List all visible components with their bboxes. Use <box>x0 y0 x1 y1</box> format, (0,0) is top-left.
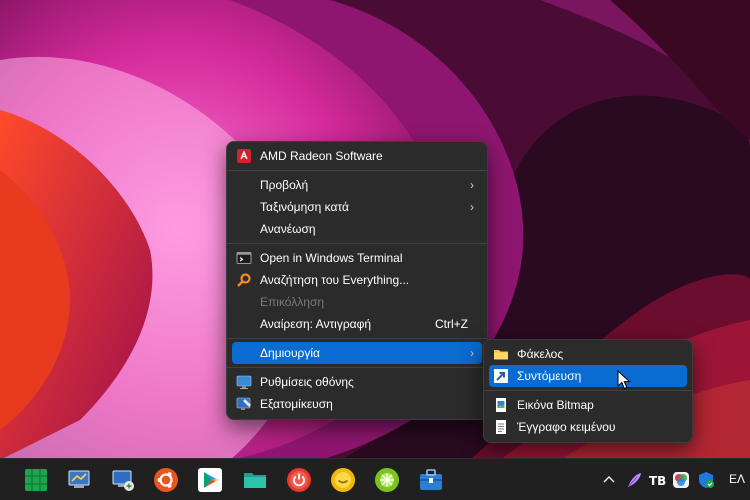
folder-icon <box>494 350 508 360</box>
menu-item-amd-radeon[interactable]: AMD Radeon Software <box>232 145 482 167</box>
submenu-item-text-document[interactable]: Έγγραφο κειμένου <box>489 416 687 438</box>
menu-item-everything-search[interactable]: Αναζήτηση του Everything... <box>232 269 482 291</box>
menu-item-new[interactable]: Δημιουργία › <box>232 342 482 364</box>
new-submenu: Φάκελος Συντόμευση Εικόνα Bitmap Έγγραφο… <box>483 339 693 443</box>
shortcut-text: Ctrl+Z <box>435 317 468 331</box>
chevron-right-icon: › <box>470 346 474 360</box>
play-store-icon[interactable] <box>197 467 223 493</box>
menu-separator <box>227 338 487 339</box>
color-app-icon[interactable] <box>672 471 690 489</box>
svg-text:TB: TB <box>649 474 666 488</box>
menu-item-display-settings[interactable]: Ρυθμίσεις οθόνης <box>232 371 482 393</box>
menu-item-label: Επικόλληση <box>260 295 325 309</box>
feather-icon[interactable] <box>625 471 643 489</box>
menu-item-label: Δημιουργία <box>260 346 320 360</box>
green-app-icon[interactable] <box>374 467 400 493</box>
menu-item-label: Αναίρεση: Αντιγραφή <box>260 317 372 331</box>
network-pc-icon[interactable] <box>110 467 136 493</box>
menu-item-paste: Επικόλληση <box>232 291 482 313</box>
menu-separator <box>227 243 487 244</box>
menu-item-label: Εικόνα Bitmap <box>517 398 594 412</box>
menu-item-refresh[interactable]: Ανανέωση <box>232 218 482 240</box>
menu-item-label: Ρυθμίσεις οθόνης <box>260 375 354 389</box>
desktop-context-menu: AMD Radeon Software Προβολή › Ταξινόμηση… <box>226 141 488 420</box>
submenu-item-folder[interactable]: Φάκελος <box>489 343 687 365</box>
menu-item-label: Προβολή <box>260 178 309 192</box>
menu-item-label: Αναζήτηση του Everything... <box>260 273 410 287</box>
chevron-right-icon: › <box>470 178 474 192</box>
mouse-cursor-icon <box>617 370 631 390</box>
yellow-app-icon[interactable] <box>330 467 356 493</box>
menu-item-label: Open in Windows Terminal <box>260 251 403 265</box>
menu-separator <box>484 390 692 391</box>
tb-icon[interactable]: TB <box>648 471 666 489</box>
menu-item-label: Έγγραφο κειμένου <box>517 420 616 434</box>
personalize-icon <box>236 397 251 410</box>
display-settings-icon <box>236 375 252 389</box>
power-app-icon[interactable] <box>286 467 312 493</box>
shortcut-icon <box>494 369 508 383</box>
chevron-right-icon: › <box>470 200 474 214</box>
control-panel-icon[interactable] <box>66 467 92 493</box>
menu-item-label: Ταξινόμηση κατά <box>260 200 349 214</box>
menu-item-view[interactable]: Προβολή › <box>232 174 482 196</box>
menu-item-label: Συντόμευση <box>517 369 582 383</box>
file-explorer-icon[interactable] <box>242 467 268 493</box>
menu-item-personalize[interactable]: Εξατομίκευση <box>232 393 482 415</box>
submenu-item-bitmap[interactable]: Εικόνα Bitmap <box>489 394 687 416</box>
app-green-icon[interactable] <box>23 467 49 493</box>
menu-item-label: AMD Radeon Software <box>260 149 383 163</box>
amd-radeon-icon <box>237 149 251 163</box>
menu-item-label: Εξατομίκευση <box>260 397 333 411</box>
menu-item-label: Φάκελος <box>517 347 564 361</box>
submenu-item-shortcut[interactable]: Συντόμευση <box>489 365 687 387</box>
ubuntu-icon[interactable] <box>153 467 179 493</box>
menu-item-undo-copy[interactable]: Αναίρεση: Αντιγραφή Ctrl+Z <box>232 313 482 335</box>
security-shield-icon[interactable] <box>697 471 715 489</box>
menu-separator <box>227 367 487 368</box>
toolbox-icon[interactable] <box>418 467 444 493</box>
terminal-icon <box>236 252 252 264</box>
text-document-icon <box>496 420 506 434</box>
bitmap-icon <box>496 398 506 412</box>
menu-item-sort-by[interactable]: Ταξινόμηση κατά › <box>232 196 482 218</box>
menu-separator <box>227 170 487 171</box>
menu-item-open-terminal[interactable]: Open in Windows Terminal <box>232 247 482 269</box>
menu-item-label: Ανανέωση <box>260 222 316 236</box>
input-language-indicator[interactable]: ΕΛ <box>729 472 745 486</box>
taskbar: TB ΕΛ <box>0 458 750 500</box>
chevron-up-icon[interactable] <box>600 471 618 489</box>
everything-search-icon <box>237 273 251 287</box>
